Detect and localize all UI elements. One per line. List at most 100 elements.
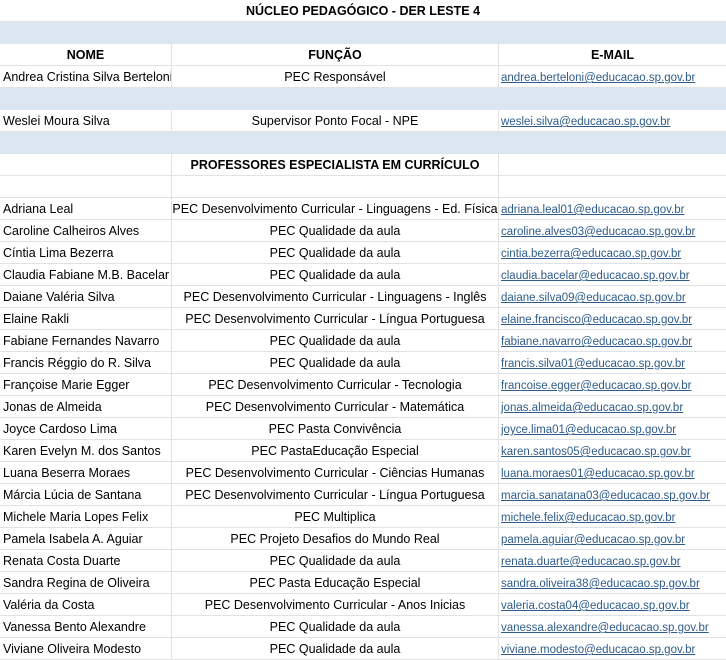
teacher-email-link[interactable]: karen.santos05@educacao.sp.gov.br <box>501 446 691 458</box>
teacher-role: PEC Desenvolvimento Curricular - Matemát… <box>172 396 499 417</box>
teacher-name: Pamela Isabela A. Aguiar <box>0 528 172 549</box>
teacher-email-link[interactable]: jonas.almeida@educacao.sp.gov.br <box>501 402 683 414</box>
blank-band-row <box>0 132 726 154</box>
teacher-email-link[interactable]: claudia.bacelar@educacao.sp.gov.br <box>501 270 690 282</box>
teacher-email-link[interactable]: fabiane.navarro@educacao.sp.gov.br <box>501 336 692 348</box>
teacher-name: Francis Réggio do R. Silva <box>0 352 172 373</box>
leader-email-link[interactable]: weslei.silva@educacao.sp.gov.br <box>501 116 670 128</box>
table-row: Caroline Calheiros Alves PEC Qualidade da… <box>0 220 726 242</box>
table-row: Adriana Leal PEC Desenvolvimento Curricul… <box>0 198 726 220</box>
teacher-role: PEC Desenvolvimento Curricular - Língua … <box>172 484 499 505</box>
table-row: Francis Réggio do R. Silva PEC Qualidade … <box>0 352 726 374</box>
teacher-email-link[interactable]: vanessa.alexandre@educacao.sp.gov.br <box>501 622 709 634</box>
table-row: Sandra Regina de Oliveira PEC Pasta Educa… <box>0 572 726 594</box>
teacher-name: Vanessa Bento Alexandre <box>0 616 172 637</box>
teacher-email-link[interactable]: francis.silva01@educacao.sp.gov.br <box>501 358 685 370</box>
teacher-role: PEC Qualidade da aula <box>172 352 499 373</box>
teacher-name: Claudia Fabiane M.B. Bacelar <box>0 264 172 285</box>
table-row: Pamela Isabela A. Aguiar PEC Projeto Desa… <box>0 528 726 550</box>
teacher-name: Caroline Calheiros Alves <box>0 220 172 241</box>
teacher-email-link[interactable]: viviane.modesto@educacao.sp.gov.br <box>501 644 695 656</box>
table-row: Vanessa Bento Alexandre PEC Qualidade da … <box>0 616 726 638</box>
section-title: PROFESSORES ESPECIALISTA EM CURRÍCULO <box>172 154 499 175</box>
leader-name: Andrea Cristina Silva Berteloni <box>0 66 172 87</box>
table-row: Françoise Marie Egger PEC Desenvolvimento… <box>0 374 726 396</box>
teacher-email-link[interactable]: marcia.sanatana03@educacao.sp.gov.br <box>501 490 710 502</box>
teacher-name: Sandra Regina de Oliveira <box>0 572 172 593</box>
teacher-list: Adriana Leal PEC Desenvolvimento Curricul… <box>0 198 726 660</box>
teacher-name: Renata Costa Duarte <box>0 550 172 571</box>
table-row: Márcia Lúcia de Santana PEC Desenvolvimen… <box>0 484 726 506</box>
teacher-role: PEC Qualidade da aula <box>172 264 499 285</box>
teacher-name: Michele Maria Lopes Felix <box>0 506 172 527</box>
teacher-role: PEC Desenvolvimento Curricular - Anos In… <box>172 594 499 615</box>
teacher-email-link[interactable]: adriana.leal01@educacao.sp.gov.br <box>501 204 684 216</box>
table-row: Claudia Fabiane M.B. Bacelar PEC Qualidad… <box>0 264 726 286</box>
teacher-name: Elaine Rakli <box>0 308 172 329</box>
leader-role: PEC Responsável <box>172 66 499 87</box>
blank-band-row <box>0 22 726 44</box>
teacher-role: PEC Multiplica <box>172 506 499 527</box>
spreadsheet: NÚCLEO PEDAGÓGICO - DER LESTE 4 NOME FUN… <box>0 0 726 660</box>
header-name: NOME <box>0 44 172 65</box>
teacher-name: Joyce Cardoso Lima <box>0 418 172 439</box>
table-row: Fabiane Fernandes Navarro PEC Qualidade d… <box>0 330 726 352</box>
teacher-email-link[interactable]: cintia.bezerra@educacao.sp.gov.br <box>501 248 681 260</box>
teacher-name: Jonas de Almeida <box>0 396 172 417</box>
teacher-role: PEC Projeto Desafios do Mundo Real <box>172 528 499 549</box>
teacher-email-link[interactable]: joyce.lima01@educacao.sp.gov.br <box>501 424 676 436</box>
teacher-role: PEC Qualidade da aula <box>172 242 499 263</box>
teacher-name: Karen Evelyn M. dos Santos <box>0 440 172 461</box>
table-row: Karen Evelyn M. dos Santos PEC PastaEduca… <box>0 440 726 462</box>
teacher-role: PEC Qualidade da aula <box>172 220 499 241</box>
teacher-role: PEC Qualidade da aula <box>172 616 499 637</box>
header-role: FUNÇÃO <box>172 44 499 65</box>
teacher-email-link[interactable]: francoise.egger@educacao.sp.gov.br <box>501 380 691 392</box>
table-row: Cíntia Lima Bezerra PEC Qualidade da aula… <box>0 242 726 264</box>
teacher-name: Françoise Marie Egger <box>0 374 172 395</box>
teacher-email-link[interactable]: michele.felix@educacao.sp.gov.br <box>501 512 675 524</box>
empty-row <box>0 176 726 198</box>
teacher-email-link[interactable]: sandra.oliveira38@educacao.sp.gov.br <box>501 578 700 590</box>
table-row: Renata Costa Duarte PEC Qualidade da aula… <box>0 550 726 572</box>
section-title-row: PROFESSORES ESPECIALISTA EM CURRÍCULO <box>0 154 726 176</box>
table-row: Luana Beserra Moraes PEC Desenvolvimento … <box>0 462 726 484</box>
table-row: Joyce Cardoso Lima PEC Pasta Convivência j… <box>0 418 726 440</box>
teacher-name: Luana Beserra Moraes <box>0 462 172 483</box>
leader-row: Weslei Moura Silva Supervisor Ponto Foca… <box>0 110 726 132</box>
teacher-name: Fabiane Fernandes Navarro <box>0 330 172 351</box>
teacher-name: Daiane Valéria Silva <box>0 286 172 307</box>
blank-band-row <box>0 88 726 110</box>
teacher-role: PEC Qualidade da aula <box>172 330 499 351</box>
table-row: Valéria da Costa PEC Desenvolvimento Curr… <box>0 594 726 616</box>
teacher-name: Cíntia Lima Bezerra <box>0 242 172 263</box>
teacher-role: PEC Desenvolvimento Curricular - Linguag… <box>172 286 499 307</box>
leader-role: Supervisor Ponto Focal - NPE <box>172 110 499 131</box>
teacher-email-link[interactable]: daiane.silva09@educacao.sp.gov.br <box>501 292 686 304</box>
table-row: Jonas de Almeida PEC Desenvolvimento Curr… <box>0 396 726 418</box>
teacher-email-link[interactable]: elaine.francisco@educacao.sp.gov.br <box>501 314 692 326</box>
teacher-role: PEC PastaEducação Especial <box>172 440 499 461</box>
teacher-role: PEC Desenvolvimento Curricular - Linguag… <box>172 198 499 219</box>
teacher-role: PEC Desenvolvimento Curricular - Ciência… <box>172 462 499 483</box>
header-row: NOME FUNÇÃO E-MAIL <box>0 44 726 66</box>
teacher-email-link[interactable]: luana.moraes01@educacao.sp.gov.br <box>501 468 695 480</box>
teacher-role: PEC Desenvolvimento Curricular - Tecnolo… <box>172 374 499 395</box>
teacher-role: PEC Pasta Convivência <box>172 418 499 439</box>
teacher-name: Márcia Lúcia de Santana <box>0 484 172 505</box>
header-email: E-MAIL <box>590 48 635 62</box>
teacher-email-link[interactable]: renata.duarte@educacao.sp.gov.br <box>501 556 681 568</box>
leader-row: Andrea Cristina Silva Berteloni PEC Resp… <box>0 66 726 88</box>
table-row: Elaine Rakli PEC Desenvolvimento Curricul… <box>0 308 726 330</box>
teacher-name: Valéria da Costa <box>0 594 172 615</box>
teacher-role: PEC Desenvolvimento Curricular - Língua … <box>172 308 499 329</box>
sheet-title: NÚCLEO PEDAGÓGICO - DER LESTE 4 <box>245 4 481 18</box>
teacher-email-link[interactable]: pamela.aguiar@educacao.sp.gov.br <box>501 534 685 546</box>
title-row: NÚCLEO PEDAGÓGICO - DER LESTE 4 <box>0 0 726 22</box>
teacher-email-link[interactable]: caroline.alves03@educacao.sp.gov.br <box>501 226 695 238</box>
table-row: Michele Maria Lopes Felix PEC Multiplica m… <box>0 506 726 528</box>
leader-name: Weslei Moura Silva <box>0 110 172 131</box>
leader-email-link[interactable]: andrea.berteloni@educacao.sp.gov.br <box>501 72 695 84</box>
teacher-email-link[interactable]: valeria.costa04@educacao.sp.gov.br <box>501 600 690 612</box>
table-row: Daiane Valéria Silva PEC Desenvolvimento … <box>0 286 726 308</box>
